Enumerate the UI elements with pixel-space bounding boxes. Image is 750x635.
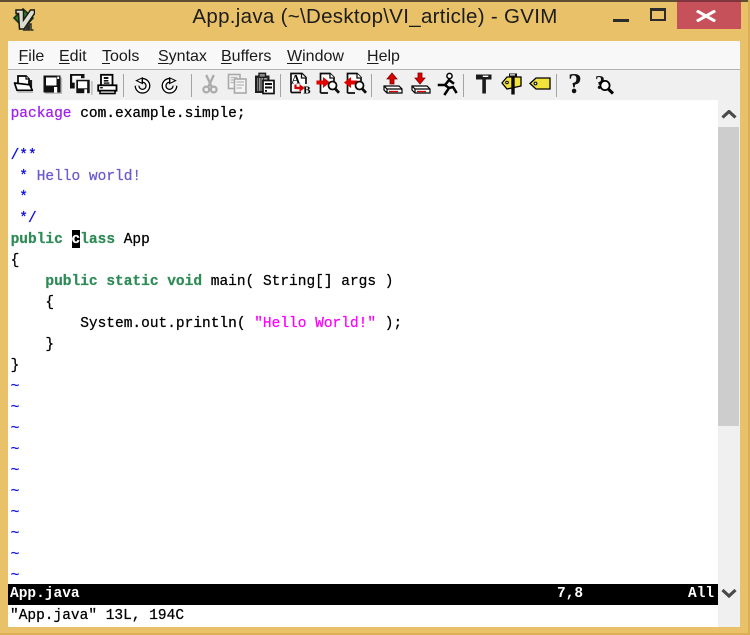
svg-text:B: B (303, 85, 311, 97)
svg-text:?: ? (568, 72, 582, 96)
svg-text:A: A (291, 73, 300, 87)
